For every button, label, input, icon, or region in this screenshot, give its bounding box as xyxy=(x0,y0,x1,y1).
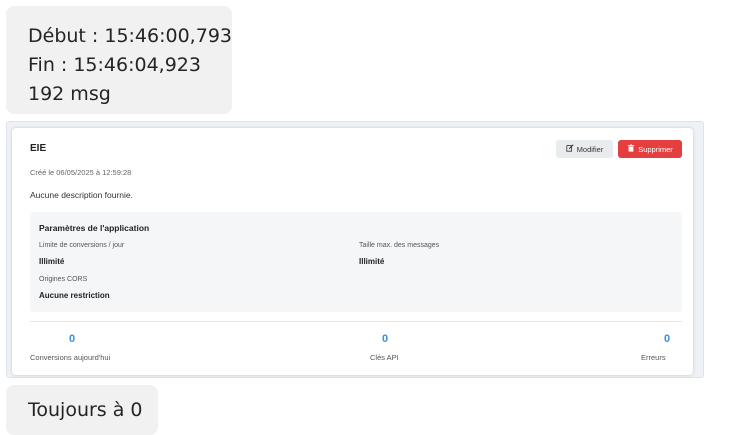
delete-label: Supprimer xyxy=(638,144,673,154)
message-count-text: 192 msg xyxy=(28,83,111,105)
status-text: Toujours à 0 xyxy=(28,399,143,421)
errors-label: Erreurs xyxy=(641,353,666,362)
cors-value: Aucune restriction xyxy=(39,291,110,300)
settings-title: Paramètres de l'application xyxy=(39,223,150,233)
cors-label: Origines CORS xyxy=(39,276,88,283)
stats-divider xyxy=(30,321,682,322)
chat-message-status: Toujours à 0 xyxy=(6,385,158,435)
application-card: EIE Créé le 06/05/2025 à 12:59:28 Aucune… xyxy=(12,128,693,375)
errors-count: 0 xyxy=(664,333,671,345)
api-keys-label: Clés API xyxy=(370,353,399,362)
app-settings-panel: Paramètres de l'application Limite de co… xyxy=(30,212,682,312)
max-message-size-value: Illimité xyxy=(359,257,385,266)
conversion-limit-value: Illimité xyxy=(39,257,65,266)
max-message-size-label: Taille max. des messages xyxy=(359,242,440,249)
conversions-today-count: 0 xyxy=(69,333,76,345)
chat-message-timing: Début : 15:46:00,793 Fin : 15:46:04,923 … xyxy=(6,6,232,114)
conversions-today-label: Conversions aujourd'hui xyxy=(30,353,111,362)
start-time-text: Début : 15:46:00,793 xyxy=(28,25,232,47)
trash-icon xyxy=(627,144,635,154)
edit-button[interactable]: Modifier xyxy=(556,140,613,158)
app-description: Aucune description fournie. xyxy=(30,190,134,200)
edit-icon xyxy=(566,144,574,154)
app-title: EIE xyxy=(30,143,47,154)
end-time-text: Fin : 15:46:04,923 xyxy=(28,54,201,76)
delete-button[interactable]: Supprimer xyxy=(618,140,682,158)
edit-label: Modifier xyxy=(576,144,604,154)
created-date: Créé le 06/05/2025 à 12:59:28 xyxy=(30,168,132,177)
conversion-limit-label: Limite de conversions / jour xyxy=(39,242,125,249)
api-keys-count: 0 xyxy=(382,333,389,345)
